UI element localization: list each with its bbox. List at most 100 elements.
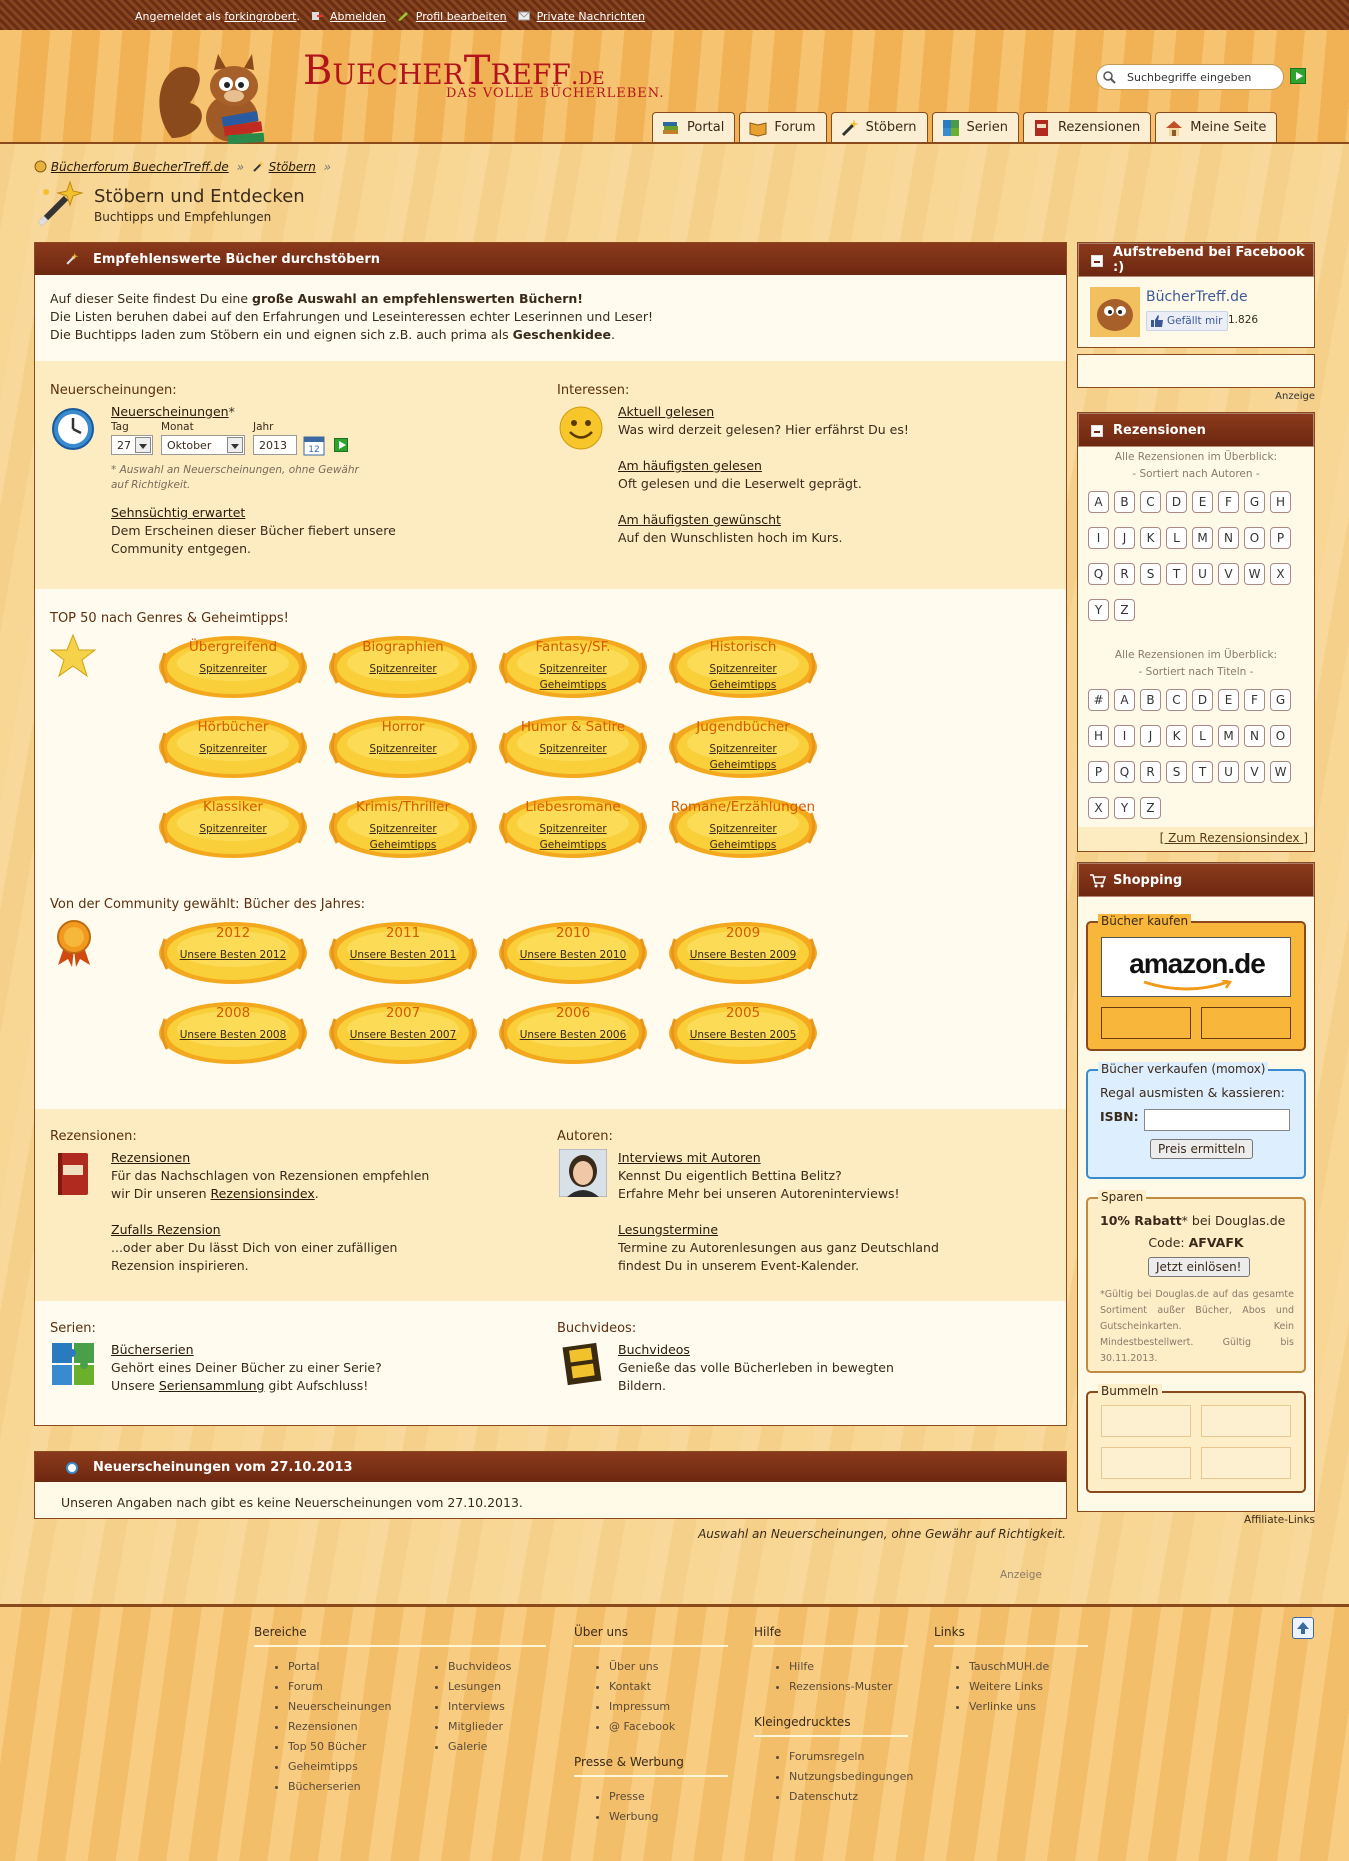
reviews-link[interactable]: Rezensionen	[111, 1149, 190, 1167]
letter-key[interactable]: D	[1192, 689, 1213, 711]
letter-key[interactable]: V	[1218, 563, 1239, 585]
letter-key[interactable]: C	[1166, 689, 1187, 711]
genre-badge-link[interactable]: Spitzenreiter	[325, 663, 481, 675]
redeem-button[interactable]: Jetzt einlösen!	[1148, 1257, 1250, 1277]
genre-badge-secret-link[interactable]: Geheimtipps	[495, 839, 651, 851]
footer-link[interactable]: Forumsregeln	[789, 1747, 913, 1767]
tab-stoebern[interactable]: Stöbern	[830, 112, 928, 142]
letter-key[interactable]: A	[1114, 689, 1135, 711]
letter-key[interactable]: R	[1140, 761, 1161, 783]
footer-link[interactable]: Geheimtipps	[288, 1757, 391, 1777]
letter-key[interactable]: N	[1218, 527, 1239, 549]
letter-key[interactable]: S	[1140, 563, 1161, 585]
footer-link[interactable]: Bücherserien	[288, 1777, 391, 1797]
logout-link[interactable]: Abmelden	[330, 10, 386, 23]
letter-key[interactable]: B	[1140, 689, 1161, 711]
new-releases-link[interactable]: Neuerscheinungen	[111, 404, 229, 419]
letter-key[interactable]: W	[1270, 761, 1291, 783]
awaited-link[interactable]: Sehnsüchtig erwartet	[111, 504, 245, 522]
letter-key[interactable]: W	[1244, 563, 1265, 585]
genre-badge-secret-link[interactable]: Geheimtipps	[325, 839, 481, 851]
genre-badge-link[interactable]: Spitzenreiter	[665, 823, 821, 835]
tab-rezensionen[interactable]: Rezensionen	[1022, 112, 1152, 142]
letter-key[interactable]: F	[1244, 689, 1265, 711]
collapse-icon[interactable]	[1091, 425, 1103, 437]
year-input[interactable]: 2013	[253, 435, 297, 455]
browse-option-4[interactable]	[1201, 1447, 1291, 1479]
letter-key[interactable]: E	[1192, 491, 1213, 513]
footer-link[interactable]: Impressum	[609, 1697, 675, 1717]
series-collection-link[interactable]: Seriensammlung	[159, 1378, 265, 1393]
genre-badge-link[interactable]: Spitzenreiter	[495, 823, 651, 835]
day-select[interactable]: 27	[111, 435, 153, 455]
tab-meine-seite[interactable]: Meine Seite	[1155, 112, 1278, 142]
letter-key[interactable]: Z	[1140, 797, 1161, 819]
footer-link[interactable]: Forum	[288, 1677, 391, 1697]
facebook-like-button[interactable]: Gefällt mir	[1146, 311, 1229, 331]
readings-link[interactable]: Lesungstermine	[618, 1221, 718, 1239]
calendar-icon[interactable]: 12	[303, 434, 325, 456]
letter-key[interactable]: J	[1140, 725, 1161, 747]
letter-key[interactable]: B	[1114, 491, 1135, 513]
footer-link[interactable]: Rezensions-Muster	[789, 1677, 892, 1697]
footer-link[interactable]: Werbung	[609, 1807, 658, 1827]
letter-key[interactable]: O	[1270, 725, 1291, 747]
tab-forum[interactable]: Forum	[739, 112, 827, 142]
letter-key[interactable]: U	[1192, 563, 1213, 585]
genre-badge-link[interactable]: Spitzenreiter	[325, 743, 481, 755]
year-badge-link[interactable]: Unsere Besten 2009	[665, 949, 821, 961]
footer-link[interactable]: Nutzungsbedingungen	[789, 1767, 913, 1787]
year-badge-link[interactable]: Unsere Besten 2011	[325, 949, 481, 961]
letter-key[interactable]: Y	[1088, 599, 1109, 621]
genre-badge-secret-link[interactable]: Geheimtipps	[665, 839, 821, 851]
footer-link[interactable]: Buchvideos	[448, 1657, 511, 1677]
letter-key[interactable]: Q	[1114, 761, 1135, 783]
letter-key[interactable]: K	[1140, 527, 1161, 549]
letter-key[interactable]: J	[1114, 527, 1135, 549]
letter-key[interactable]: I	[1114, 725, 1135, 747]
date-submit-button[interactable]	[334, 438, 348, 452]
genre-badge-secret-link[interactable]: Geheimtipps	[495, 679, 651, 691]
genre-badge-secret-link[interactable]: Geheimtipps	[665, 759, 821, 771]
letter-key[interactable]: #	[1088, 689, 1109, 711]
letter-key[interactable]: M	[1192, 527, 1213, 549]
letter-key[interactable]: N	[1244, 725, 1265, 747]
buy-option-2[interactable]	[1201, 1007, 1291, 1039]
genre-badge-link[interactable]: Spitzenreiter	[665, 743, 821, 755]
footer-link[interactable]: Hilfe	[789, 1657, 892, 1677]
review-index-sidebar-link[interactable]: [ Zum Rezensionsindex ]	[1160, 831, 1308, 845]
letter-key[interactable]: X	[1270, 563, 1291, 585]
isbn-input[interactable]	[1144, 1109, 1290, 1131]
random-review-link[interactable]: Zufalls Rezension	[111, 1221, 221, 1239]
username-link[interactable]: forkingrobert	[224, 10, 296, 23]
year-badge-link[interactable]: Unsere Besten 2010	[495, 949, 651, 961]
footer-link[interactable]: Datenschutz	[789, 1787, 913, 1807]
year-badge-link[interactable]: Unsere Besten 2012	[155, 949, 311, 961]
footer-link[interactable]: TauschMUH.de	[969, 1657, 1049, 1677]
scroll-to-top-button[interactable]	[1292, 1617, 1314, 1639]
review-index-link[interactable]: Rezensionsindex	[211, 1186, 315, 1201]
interest-item-3-link[interactable]: Am häufigsten gewünscht	[618, 511, 781, 529]
letter-key[interactable]: M	[1218, 725, 1239, 747]
footer-link[interactable]: Neuerscheinungen	[288, 1697, 391, 1717]
footer-link[interactable]: Galerie	[448, 1737, 511, 1757]
letter-key[interactable]: A	[1088, 491, 1109, 513]
letter-key[interactable]: K	[1166, 725, 1187, 747]
search-input[interactable]: Suchbegriffe eingeben	[1096, 64, 1284, 90]
breadcrumb-current-link[interactable]: Stöbern	[269, 160, 316, 174]
facebook-page-name[interactable]: BücherTreff.de	[1146, 289, 1248, 305]
year-badge-link[interactable]: Unsere Besten 2006	[495, 1029, 651, 1041]
letter-key[interactable]: F	[1218, 491, 1239, 513]
letter-key[interactable]: T	[1192, 761, 1213, 783]
browse-option-1[interactable]	[1101, 1405, 1191, 1437]
search-submit-button[interactable]	[1290, 68, 1306, 84]
footer-link[interactable]: Lesungen	[448, 1677, 511, 1697]
footer-link[interactable]: Mitglieder	[448, 1717, 511, 1737]
interest-item-2-link[interactable]: Am häufigsten gelesen	[618, 457, 762, 475]
price-button[interactable]: Preis ermitteln	[1150, 1139, 1254, 1159]
genre-badge-link[interactable]: Spitzenreiter	[155, 823, 311, 835]
footer-link[interactable]: Verlinke uns	[969, 1697, 1049, 1717]
letter-key[interactable]: I	[1088, 527, 1109, 549]
month-select[interactable]: Oktober	[161, 435, 245, 455]
letter-key[interactable]: L	[1166, 527, 1187, 549]
